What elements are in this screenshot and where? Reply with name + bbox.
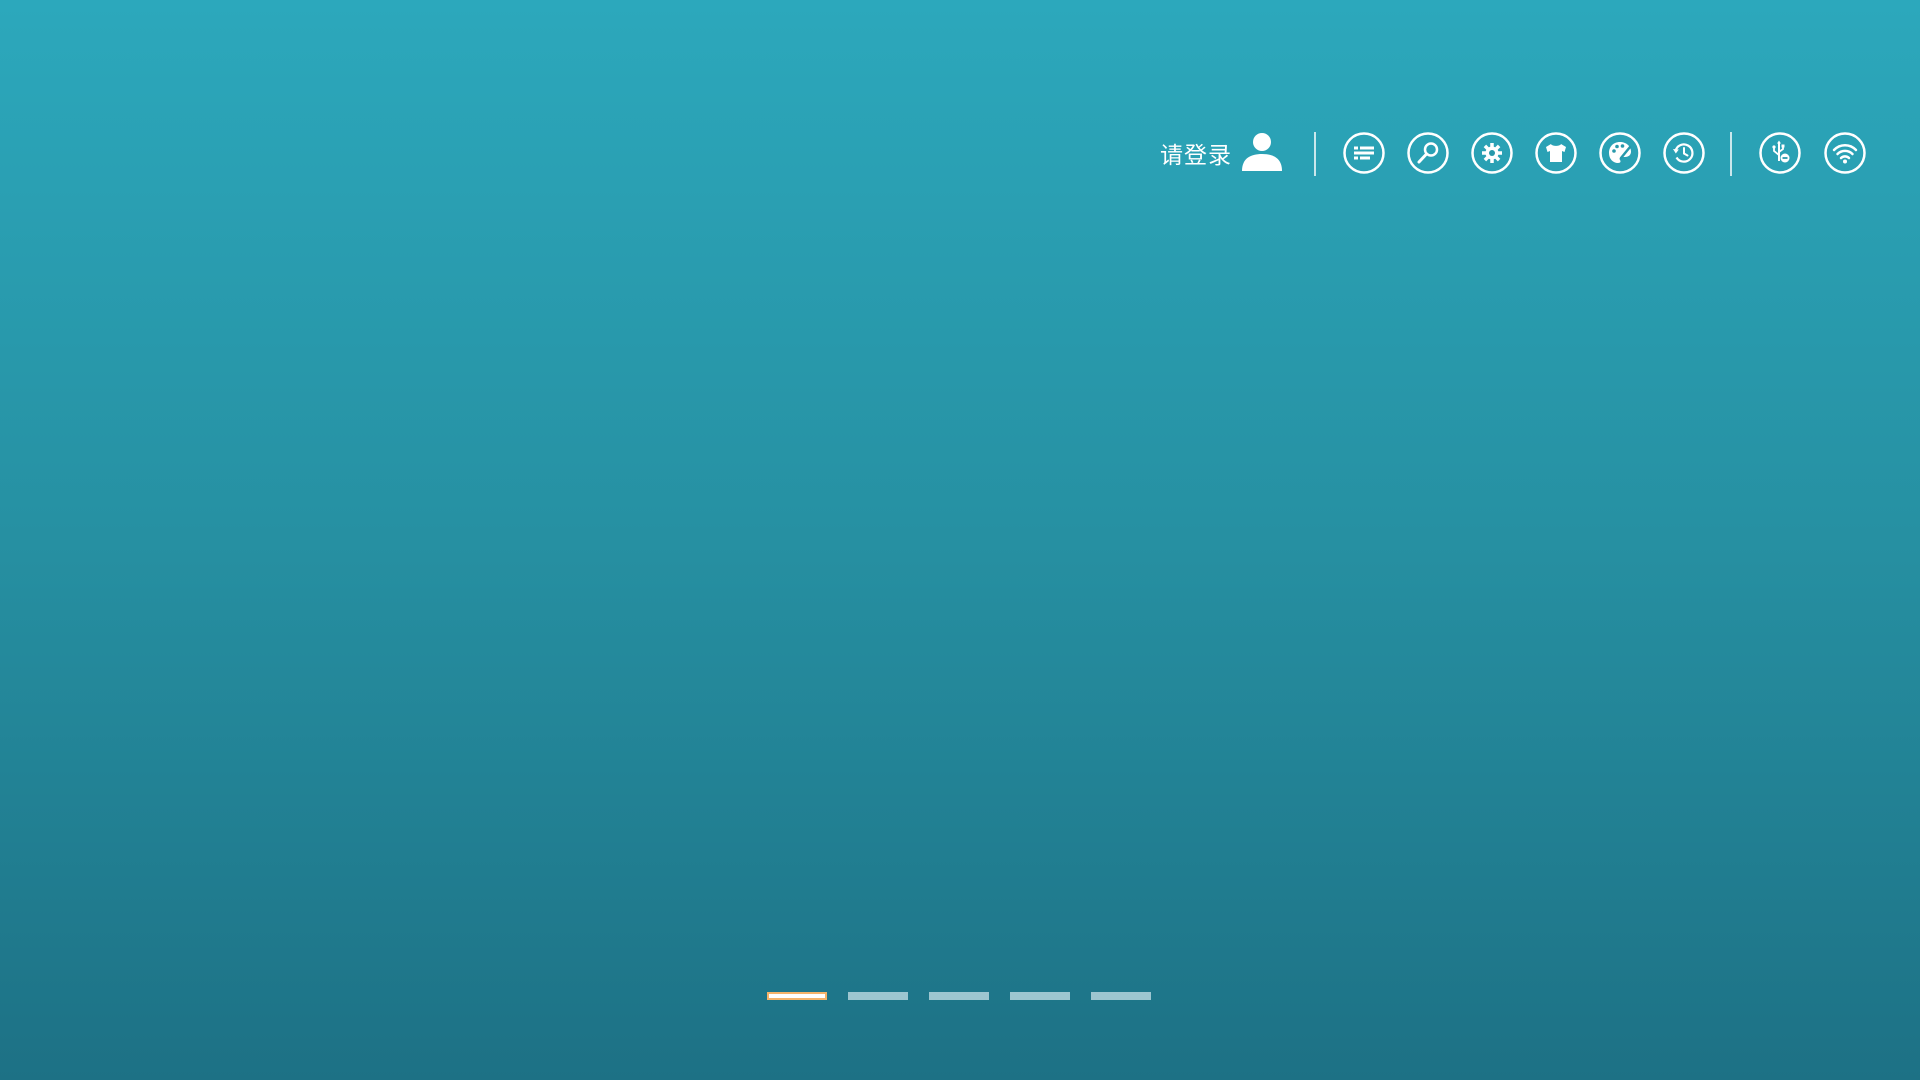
settings-icon — [1471, 132, 1513, 174]
toolbar-divider — [1314, 132, 1316, 176]
wifi-status-button[interactable] — [1823, 131, 1867, 175]
theme-palette-icon — [1599, 132, 1641, 174]
login-label: 请登录 — [1160, 143, 1232, 169]
user-avatar-icon — [1242, 133, 1282, 171]
page-indicator-dot-2[interactable] — [848, 992, 908, 1000]
skin-shirt-icon — [1535, 132, 1577, 174]
history-button[interactable] — [1662, 131, 1706, 175]
list-icon — [1343, 132, 1385, 174]
page-indicator — [767, 992, 1151, 1000]
page-indicator-dot-3[interactable] — [929, 992, 989, 1000]
page-indicator-dot-1[interactable] — [767, 992, 827, 1000]
usb-status-button[interactable] — [1758, 131, 1802, 175]
theme-button[interactable] — [1598, 131, 1642, 175]
list-button[interactable] — [1342, 131, 1386, 175]
search-button[interactable] — [1406, 131, 1450, 175]
wifi-icon — [1824, 132, 1866, 174]
history-clock-icon — [1663, 132, 1705, 174]
settings-button[interactable] — [1470, 131, 1514, 175]
usb-disconnected-icon — [1759, 132, 1801, 174]
login-button[interactable]: 请登录 — [1160, 128, 1284, 178]
skin-button[interactable] — [1534, 131, 1578, 175]
page-indicator-dot-4[interactable] — [1010, 992, 1070, 1000]
page-indicator-dot-5[interactable] — [1091, 992, 1151, 1000]
top-toolbar: 请登录 — [0, 128, 1920, 178]
search-icon — [1407, 132, 1449, 174]
toolbar-divider — [1730, 132, 1732, 176]
